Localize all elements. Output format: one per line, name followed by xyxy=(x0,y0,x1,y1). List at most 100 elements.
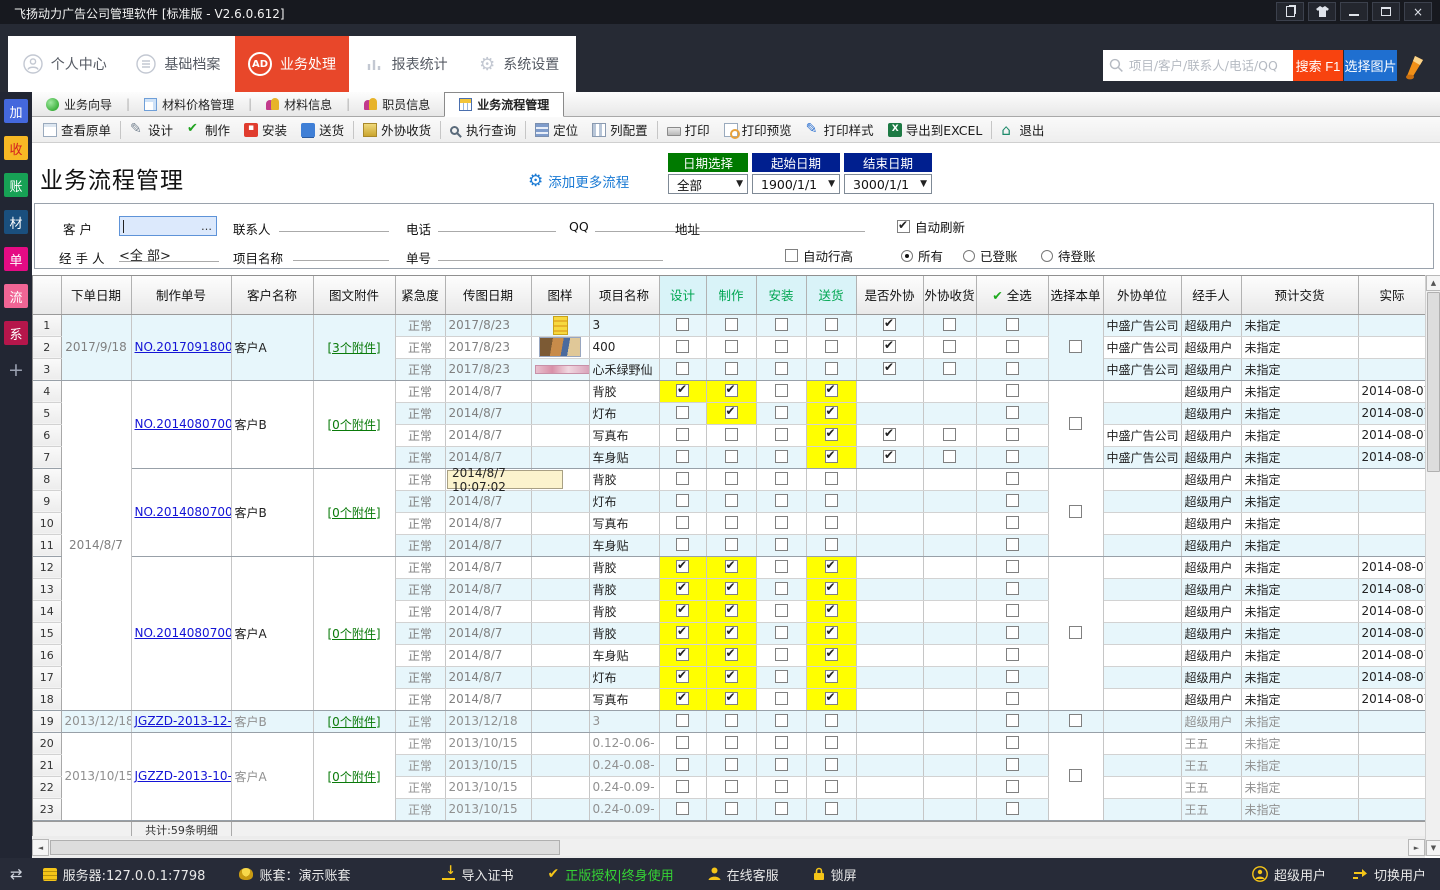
checkbox-outsource-receive[interactable] xyxy=(943,340,956,353)
checkbox-install[interactable] xyxy=(775,670,788,683)
auto-row-height-checkbox[interactable]: 自动行高 xyxy=(785,246,853,265)
checkbox-select-row[interactable] xyxy=(1006,384,1019,397)
run-query-button[interactable]: 执行查询 xyxy=(443,119,523,141)
sidebar-tile-6[interactable]: 流 xyxy=(4,284,28,308)
checkbox-design[interactable] xyxy=(676,450,689,463)
checkbox-design[interactable] xyxy=(676,428,689,441)
locate-button[interactable]: 定位 xyxy=(528,119,585,141)
row-number[interactable]: 23 xyxy=(33,798,61,820)
checkbox-deliver[interactable] xyxy=(825,494,838,507)
checkbox-select-order[interactable] xyxy=(1069,340,1082,353)
checkbox-deliver[interactable] xyxy=(825,318,838,331)
print-button[interactable]: 打印 xyxy=(660,119,717,141)
checkbox-outsource[interactable] xyxy=(883,318,896,331)
checkbox-deliver[interactable] xyxy=(825,560,838,573)
checkbox-outsource-receive[interactable] xyxy=(943,428,956,441)
column-header-0[interactable] xyxy=(33,276,61,314)
auto-refresh-checkbox[interactable]: 自动刷新 xyxy=(897,217,965,236)
checkbox-select-row[interactable] xyxy=(1006,406,1019,419)
radio-unposted[interactable]: 待登账 xyxy=(1041,246,1096,265)
checkbox-design[interactable] xyxy=(676,780,689,793)
checkbox-design[interactable] xyxy=(676,560,689,573)
checkbox-deliver[interactable] xyxy=(825,428,838,441)
checkbox-make[interactable] xyxy=(725,758,738,771)
row-number[interactable]: 22 xyxy=(33,776,61,798)
checkbox-design[interactable] xyxy=(676,384,689,397)
checkbox-install[interactable] xyxy=(775,648,788,661)
checkbox-select-order[interactable] xyxy=(1069,626,1082,639)
checkbox-deliver[interactable] xyxy=(825,670,838,683)
column-header-20[interactable]: 实际 xyxy=(1358,276,1426,314)
checkbox-outsource-receive[interactable] xyxy=(943,318,956,331)
sync-arrows-icon[interactable]: ⇄ xyxy=(10,865,23,883)
checkbox-make[interactable] xyxy=(725,494,738,507)
checkbox-design[interactable] xyxy=(676,362,689,375)
checkbox-outsource[interactable] xyxy=(883,428,896,441)
checkbox-make[interactable] xyxy=(725,780,738,793)
row-number[interactable]: 9 xyxy=(33,490,61,512)
checkbox-deliver[interactable] xyxy=(825,406,838,419)
checkbox-design[interactable] xyxy=(676,736,689,749)
checkbox-make[interactable] xyxy=(725,736,738,749)
checkbox-design[interactable] xyxy=(676,802,689,815)
checkbox-design[interactable] xyxy=(676,516,689,529)
checkbox-select-row[interactable] xyxy=(1006,450,1019,463)
checkbox-select-row[interactable] xyxy=(1006,318,1019,331)
column-header-10[interactable]: 制作 xyxy=(706,276,756,314)
checkbox-deliver[interactable] xyxy=(825,340,838,353)
row-number[interactable]: 2 xyxy=(33,336,61,358)
checkbox-outsource-receive[interactable] xyxy=(943,450,956,463)
checkbox-install[interactable] xyxy=(775,714,788,727)
checkbox-deliver[interactable] xyxy=(825,384,838,397)
checkbox-select-row[interactable] xyxy=(1006,428,1019,441)
checkbox-make[interactable] xyxy=(725,670,738,683)
column-header-5[interactable]: 紧急度 xyxy=(395,276,445,314)
view-original-button[interactable]: 查看原单 xyxy=(36,119,118,141)
attachments-link[interactable]: [0个附件] xyxy=(328,506,381,520)
tab-material-price[interactable]: 材料价格管理 xyxy=(130,92,248,117)
checkbox-select-row[interactable] xyxy=(1006,516,1019,529)
attachments-link[interactable]: [0个附件] xyxy=(328,715,381,729)
column-header-12[interactable]: 送货 xyxy=(806,276,856,314)
checkbox-install[interactable] xyxy=(775,318,788,331)
vertical-scrollbar[interactable]: ▲ ▼ xyxy=(1425,275,1440,856)
checkbox-deliver[interactable] xyxy=(825,736,838,749)
column-header-14[interactable]: 外协收货 xyxy=(923,276,976,314)
row-number[interactable]: 3 xyxy=(33,358,61,380)
row-number[interactable]: 13 xyxy=(33,578,61,600)
checkbox-design[interactable] xyxy=(676,494,689,507)
checkbox-deliver[interactable] xyxy=(825,450,838,463)
row-number[interactable]: 11 xyxy=(33,534,61,556)
checkbox-make[interactable] xyxy=(725,406,738,419)
checkbox-make[interactable] xyxy=(725,428,738,441)
checkbox-make[interactable] xyxy=(725,626,738,639)
nav-item-personal[interactable]: 个人中心 xyxy=(8,36,122,92)
checkbox-design[interactable] xyxy=(676,472,689,485)
checkbox-install[interactable] xyxy=(775,802,788,815)
column-header-17[interactable]: 外协单位 xyxy=(1103,276,1181,314)
row-number[interactable]: 21 xyxy=(33,754,61,776)
exit-button[interactable]: 退出 xyxy=(994,119,1051,141)
checkbox-select-row[interactable] xyxy=(1006,538,1019,551)
checkbox-design[interactable] xyxy=(676,538,689,551)
checkbox-select-row[interactable] xyxy=(1006,362,1019,375)
sidebar-tile-7[interactable]: 系 xyxy=(4,321,28,345)
checkbox-make[interactable] xyxy=(725,450,738,463)
checkbox-install[interactable] xyxy=(775,472,788,485)
search-input[interactable] xyxy=(1129,58,1287,73)
column-header-6[interactable]: 传图日期 xyxy=(445,276,531,314)
copy-window-button[interactable] xyxy=(1276,2,1304,21)
checkbox-select-row[interactable] xyxy=(1006,802,1019,815)
row-number[interactable]: 17 xyxy=(33,666,61,688)
attachments-link[interactable]: [0个附件] xyxy=(328,770,381,784)
row-number[interactable]: 7 xyxy=(33,446,61,468)
column-header-13[interactable]: 是否外协 xyxy=(856,276,923,314)
checkbox-select-row[interactable] xyxy=(1006,626,1019,639)
row-number[interactable]: 10 xyxy=(33,512,61,534)
horizontal-scrollbar[interactable]: ◄ ► xyxy=(32,839,1425,856)
checkbox-install[interactable] xyxy=(775,626,788,639)
checkbox-make[interactable] xyxy=(725,516,738,529)
column-header-16[interactable]: 选择本单 xyxy=(1048,276,1103,314)
checkbox-make[interactable] xyxy=(725,582,738,595)
checkbox-make[interactable] xyxy=(725,318,738,331)
